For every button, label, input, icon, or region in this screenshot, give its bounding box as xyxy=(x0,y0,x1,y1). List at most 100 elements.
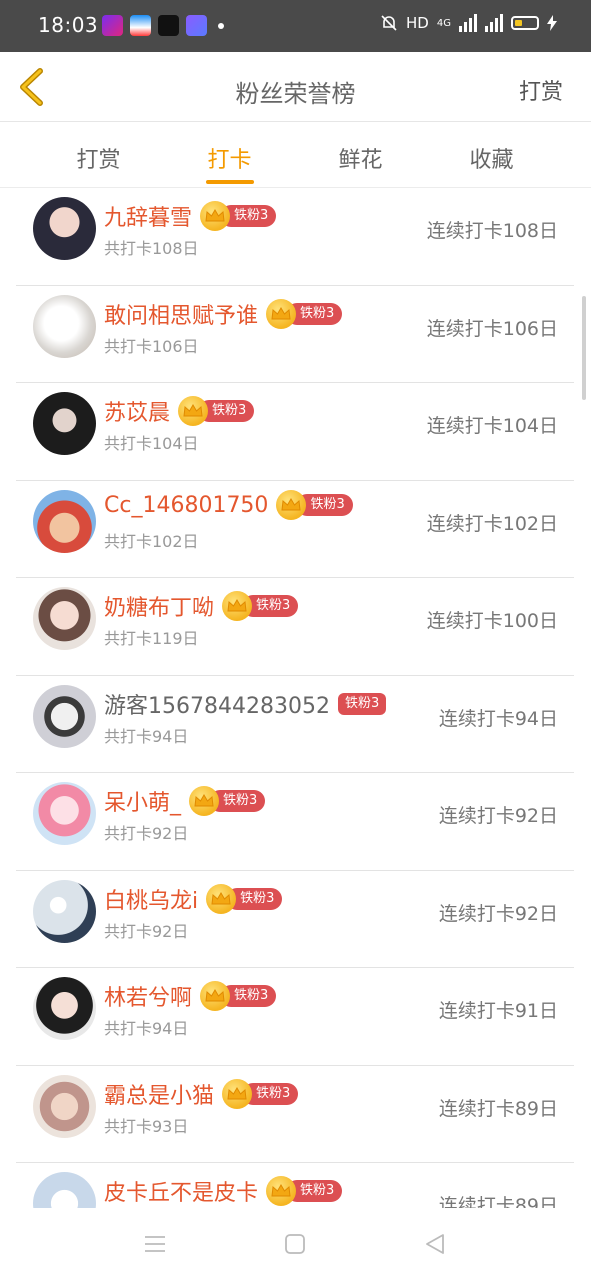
status-bar: 18:03 HD 4G xyxy=(0,0,591,52)
crown-badge xyxy=(206,883,237,914)
list-item[interactable]: Cc_146801750 铁粉3 共打卡102日 连续打卡102日 xyxy=(16,481,574,578)
list-item[interactable]: 呆小萌_ 铁粉3 共打卡92日 连续打卡92日 xyxy=(16,773,574,871)
user-name-line: 白桃乌龙i 铁粉3 xyxy=(104,883,283,915)
scrollbar[interactable] xyxy=(582,296,586,400)
tab-flowers[interactable]: 鲜花 xyxy=(295,122,426,187)
list-item[interactable]: 敢问相思赋予谁 铁粉3 共打卡106日 连续打卡106日 xyxy=(16,286,574,383)
list-item[interactable]: 霸总是小猫 铁粉3 共打卡93日 连续打卡89日 xyxy=(16,1066,574,1163)
list-item[interactable]: 苏苡晨 铁粉3 共打卡104日 连续打卡104日 xyxy=(16,383,574,481)
user-name-line: 敢问相思赋予谁 铁粉3 xyxy=(104,298,343,330)
total-checkin-days: 共打卡94日 xyxy=(104,1019,189,1038)
list-item[interactable]: 九辞暮雪 铁粉3 共打卡108日 连续打卡108日 xyxy=(16,188,574,286)
total-checkin-days: 共打卡102日 xyxy=(104,531,199,551)
avatar[interactable] xyxy=(33,879,96,943)
avatar[interactable] xyxy=(33,294,96,358)
crown-badge xyxy=(200,201,231,231)
user-name[interactable]: 白桃乌龙i xyxy=(104,883,198,915)
list-item[interactable]: 皮卡丘不是皮卡 铁粉3 连续打卡89日 xyxy=(16,1163,574,1208)
avatar[interactable] xyxy=(33,684,96,748)
crown-icon xyxy=(211,891,231,904)
user-name[interactable]: 奶糖布丁呦 xyxy=(104,590,214,622)
avatar[interactable] xyxy=(33,1074,96,1138)
app-notification-icon xyxy=(102,15,123,36)
user-name[interactable]: 九辞暮雪 xyxy=(104,200,192,232)
tab-favorites[interactable]: 收藏 xyxy=(426,122,557,187)
user-name-line: 苏苡晨 铁粉3 xyxy=(104,395,255,427)
crown-icon xyxy=(227,599,247,612)
crown-badge xyxy=(266,1176,297,1206)
user-name[interactable]: 皮卡丘不是皮卡 xyxy=(104,1175,258,1207)
user-name[interactable]: 林若兮啊 xyxy=(104,980,192,1012)
notification-icons xyxy=(102,15,224,36)
user-name-line: 九辞暮雪 铁粉3 xyxy=(104,200,277,232)
user-name-line: 皮卡丘不是皮卡 铁粉3 xyxy=(104,1175,343,1207)
crown-icon xyxy=(271,306,291,319)
page-title: 粉丝荣誉榜 xyxy=(235,80,356,108)
home-icon[interactable] xyxy=(283,1232,307,1256)
user-name[interactable]: 敢问相思赋予谁 xyxy=(104,298,258,330)
status-time: 18:03 xyxy=(38,13,99,37)
fan-level-badge: 铁粉3 xyxy=(222,1078,299,1109)
crown-icon xyxy=(205,209,225,222)
avatar[interactable] xyxy=(33,782,96,845)
crown-icon xyxy=(183,404,203,417)
consecutive-checkin-days: 连续打卡106日 xyxy=(426,317,558,340)
more-notifications-dot xyxy=(218,22,224,29)
fan-level-badge: 铁粉3 xyxy=(276,490,353,520)
avatar[interactable] xyxy=(33,197,96,260)
user-name[interactable]: 呆小萌_ xyxy=(104,785,181,817)
menu-icon[interactable] xyxy=(143,1232,167,1256)
user-name[interactable]: 苏苡晨 xyxy=(104,395,170,427)
battery-icon xyxy=(511,16,539,30)
consecutive-checkin-days: 连续打卡92日 xyxy=(438,902,558,925)
consecutive-checkin-days: 连续打卡89日 xyxy=(438,1097,558,1120)
app-notification-icon xyxy=(186,15,207,36)
video-app-icon xyxy=(130,15,151,36)
crown-icon xyxy=(227,1086,247,1099)
crown-icon xyxy=(205,989,225,1002)
tab-reward[interactable]: 打赏 xyxy=(33,122,164,187)
user-name[interactable]: 游客1567844283052 xyxy=(104,688,330,720)
avatar[interactable] xyxy=(33,1172,96,1208)
back-triangle-icon[interactable] xyxy=(423,1232,447,1256)
consecutive-checkin-days: 连续打卡92日 xyxy=(438,805,558,827)
user-name[interactable]: Cc_146801750 xyxy=(104,493,268,518)
avatar[interactable] xyxy=(33,587,96,650)
fan-level-label: 铁粉3 xyxy=(337,692,387,715)
fan-level-badge: 铁粉3 xyxy=(266,1176,343,1206)
crown-badge xyxy=(189,786,220,816)
signal-icon xyxy=(459,14,477,32)
avatar[interactable] xyxy=(33,977,96,1040)
fan-level-badge: 铁粉3 xyxy=(178,396,255,426)
fan-level-badge: 铁粉3 xyxy=(222,591,299,621)
list-item[interactable]: 奶糖布丁呦 铁粉3 共打卡119日 连续打卡100日 xyxy=(16,578,574,676)
crown-badge xyxy=(222,591,253,621)
list-item[interactable]: 林若兮啊 铁粉3 共打卡94日 连续打卡91日 xyxy=(16,968,574,1066)
crown-badge xyxy=(178,396,209,426)
crown-badge xyxy=(200,981,231,1011)
checkin-ranking-list[interactable]: 九辞暮雪 铁粉3 共打卡108日 连续打卡108日 敢问相思赋予谁 铁粉3 共打… xyxy=(16,188,574,1208)
fan-level-badge: 铁粉3 xyxy=(337,692,387,715)
avatar[interactable] xyxy=(33,392,96,455)
crown-badge xyxy=(266,298,297,329)
consecutive-checkin-days: 连续打卡91日 xyxy=(438,1000,558,1022)
avatar[interactable] xyxy=(33,489,96,553)
fan-level-badge: 铁粉3 xyxy=(189,786,266,816)
consecutive-checkin-days: 连续打卡104日 xyxy=(426,415,558,437)
total-checkin-days: 共打卡93日 xyxy=(104,1116,189,1136)
user-name-line: 奶糖布丁呦 铁粉3 xyxy=(104,590,299,622)
header: 粉丝荣誉榜 打赏 xyxy=(0,52,591,122)
consecutive-checkin-days: 连续打卡102日 xyxy=(426,512,558,535)
tab-bar: 打赏 打卡 鲜花 收藏 xyxy=(0,122,591,188)
tab-checkin[interactable]: 打卡 xyxy=(164,122,295,187)
user-name-line: 林若兮啊 铁粉3 xyxy=(104,980,277,1012)
fan-level-badge: 铁粉3 xyxy=(200,201,277,231)
list-item[interactable]: 游客1567844283052 铁粉3 共打卡94日 连续打卡94日 xyxy=(16,676,574,773)
user-name-line: 游客1567844283052 铁粉3 xyxy=(104,688,387,720)
total-checkin-days: 共打卡108日 xyxy=(104,239,199,258)
reward-button[interactable]: 打赏 xyxy=(519,74,563,106)
system-nav-bar xyxy=(0,1208,591,1280)
user-name[interactable]: 霸总是小猫 xyxy=(104,1078,214,1110)
total-checkin-days: 共打卡94日 xyxy=(104,726,189,746)
list-item[interactable]: 白桃乌龙i 铁粉3 共打卡92日 连续打卡92日 xyxy=(16,871,574,968)
